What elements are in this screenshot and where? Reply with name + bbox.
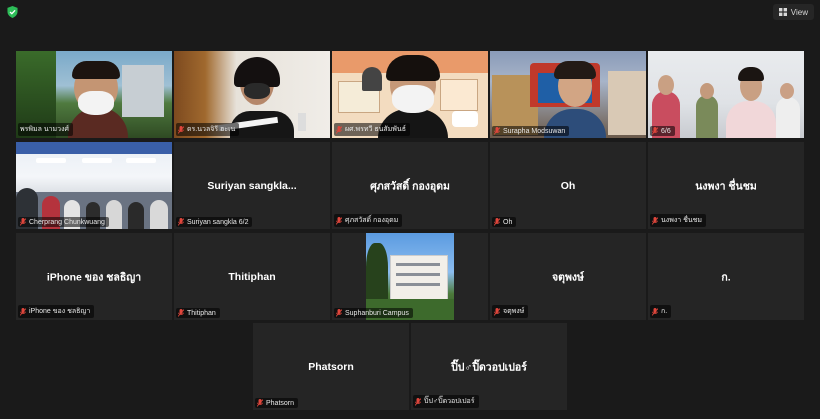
participant-nameplate: Cherprang Chunkwuang [18,217,109,227]
video-tile[interactable]: ก. ก. [648,233,804,320]
video-tile[interactable]: Surapha Modsuwan [490,51,646,138]
mic-muted-icon [652,307,658,316]
participant-display-name: Phatsorn [308,360,354,373]
mic-muted-icon [494,127,500,135]
video-tile[interactable]: Suphanburi Campus [332,233,488,320]
mic-muted-icon [415,397,421,406]
video-tile[interactable]: Oh Oh [490,142,646,229]
participant-display-name: ศุภสวัสดิ์ กองอุดม [370,180,450,192]
campus-photo [366,233,454,320]
video-tile[interactable]: Thitiphan Thitiphan [174,233,330,320]
participant-nameplate: นงพงา ชื่นชม [650,214,707,227]
mic-muted-icon [336,216,342,225]
participant-nameplate: ปิ๊ป♂ปิ๊ดวอปเปอร์ [413,395,479,408]
participant-nameplate: ก. [650,305,672,318]
mic-muted-icon [336,309,342,317]
mic-muted-icon [178,309,184,317]
video-tile[interactable]: Suriyan sangkla... Suriyan sangkla 6/2 [174,142,330,229]
video-tile[interactable]: พรพิมล นามวงศ์ [16,51,172,138]
participant-nameplate: Suriyan sangkla 6/2 [176,217,253,227]
participant-nameplate: Surapha Modsuwan [492,126,570,136]
video-tile[interactable]: Cherprang Chunkwuang [16,142,172,229]
video-feed [648,51,804,138]
video-tile[interactable]: ดร.นวลจิรี ฮะเน [174,51,330,138]
video-tile[interactable]: ผศ.พรทวี ธนสัมพันธ์ [332,51,488,138]
video-tile[interactable]: Phatsorn Phatsorn [253,323,409,410]
video-tile[interactable]: จตุพงษ์ จตุพงษ์ [490,233,646,320]
participant-display-name: จตุพงษ์ [552,271,584,283]
participant-nameplate: ดร.นวลจิรี ฮะเน [176,123,240,136]
participant-nameplate: Oh [492,217,517,227]
participant-nameplate: ศุภสวัสดิ์ กองอุดม [334,214,403,227]
participant-display-name: ก. [721,271,731,283]
view-label: View [790,7,808,17]
participant-display-name: ปิ๊ป♂ปิ๊ดวอปเปอร์ [451,361,527,373]
mic-muted-icon [336,125,342,134]
video-tile[interactable]: iPhone ของ ชลธิญา iPhone ของ ชลธิญา [16,233,172,320]
video-tile[interactable]: นงพงา ชื่นชม นงพงา ชื่นชม [648,142,804,229]
participant-display-name: Thitiphan [228,270,276,283]
participant-display-name: Oh [560,179,576,192]
participant-nameplate: พรพิมล นามวงศ์ [18,123,73,136]
video-feed [16,142,172,229]
shield-check-icon[interactable] [7,6,18,18]
video-tile[interactable]: ศุภสวัสดิ์ กองอุดม ศุภสวัสดิ์ กองอุดม [332,142,488,229]
participant-nameplate: Thitiphan [176,308,220,318]
participant-nameplate: จตุพงษ์ [492,305,529,318]
video-tile[interactable]: ปิ๊ป♂ปิ๊ดวอปเปอร์ ปิ๊ป♂ปิ๊ดวอปเปอร์ [411,323,567,410]
view-button[interactable]: View [772,4,814,20]
mic-muted-icon [20,307,26,316]
participant-nameplate: ผศ.พรทวี ธนสัมพันธ์ [334,123,410,136]
mic-muted-icon [494,307,500,316]
mic-muted-icon [652,127,658,135]
participant-nameplate: iPhone ของ ชลธิญา [18,305,95,318]
participant-nameplate: Suphanburi Campus [334,308,413,318]
video-feed [490,51,646,138]
participant-nameplate: 6/6 [650,126,675,136]
mic-muted-icon [257,399,263,407]
video-tile[interactable]: 6/6 [648,51,804,138]
top-bar: View [0,0,820,24]
participant-display-name: นงพงา ชื่นชม [695,180,757,192]
mic-muted-icon [494,218,500,226]
mic-muted-icon [20,218,26,226]
participant-display-name: iPhone ของ ชลธิญา [46,271,142,283]
mic-muted-icon [652,216,658,225]
participant-display-name: Suriyan sangkla... [207,179,297,192]
participant-nameplate: Phatsorn [255,398,299,408]
grid-icon [778,8,787,16]
mic-muted-icon [178,125,184,134]
mic-muted-icon [178,218,184,226]
